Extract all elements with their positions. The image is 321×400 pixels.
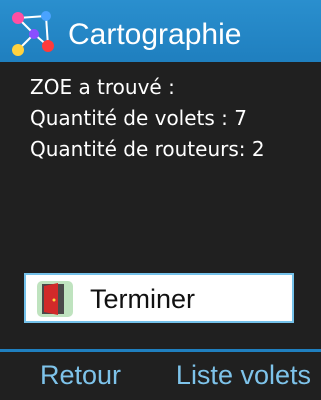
discovery-summary: ZOE a trouvé : Quantité de volets : 7 Qu… <box>30 72 310 165</box>
back-softkey[interactable]: Retour <box>40 358 121 392</box>
softkey-bar: Retour Liste volets <box>0 352 321 400</box>
router-count: Quantité de routeurs: 2 <box>30 137 265 161</box>
map-screen: Cartographie ZOE a trouvé : Quantité de … <box>0 0 321 400</box>
title-bar: Cartographie <box>0 0 321 62</box>
shutter-list-softkey[interactable]: Liste volets <box>176 358 311 392</box>
shutter-count: Quantité de volets : 7 <box>30 106 247 130</box>
summary-heading: ZOE a trouvé : <box>30 75 175 99</box>
exit-door-icon <box>37 281 73 317</box>
screen-title: Cartographie <box>68 18 242 51</box>
finish-button[interactable]: Terminer <box>24 273 294 323</box>
network-map-icon <box>12 11 54 56</box>
finish-button-label: Terminer <box>90 284 196 314</box>
